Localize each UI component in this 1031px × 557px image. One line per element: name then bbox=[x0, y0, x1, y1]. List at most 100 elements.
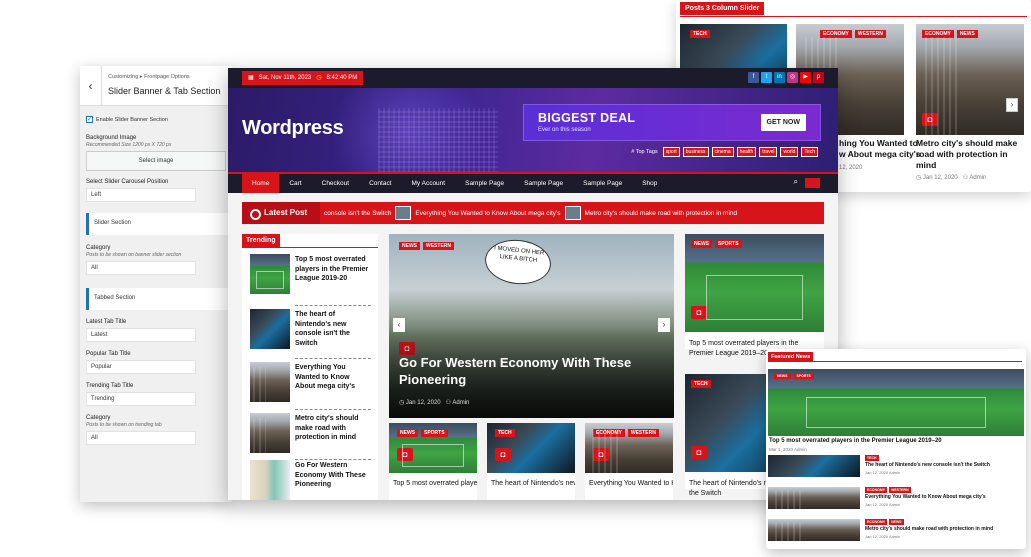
trending-item[interactable]: Top 5 most overrated players in the Prem… bbox=[250, 254, 372, 296]
trending-title[interactable]: Top 5 most overrated players in the Prem… bbox=[295, 255, 371, 284]
side-post-image: NEWS SPORTS ◘ bbox=[685, 234, 824, 332]
tag[interactable]: TECH bbox=[495, 429, 515, 437]
tabbed-section-panel[interactable]: Tabbed Section bbox=[86, 288, 232, 310]
ticker-item[interactable]: Metro city's should make road with prote… bbox=[585, 210, 738, 217]
nav-item[interactable]: Sample Page bbox=[455, 174, 514, 193]
top-tag[interactable]: sport bbox=[662, 147, 680, 157]
slider-post-title-2[interactable]: hing You Wanted to w About mega city's bbox=[839, 138, 921, 160]
featured-item-title[interactable]: Metro city's should make road with prote… bbox=[865, 526, 993, 532]
mini-post[interactable]: NEWS SPORTS ◘ Top 5 most overrated playe… bbox=[389, 423, 477, 500]
tv-icon[interactable] bbox=[805, 178, 820, 188]
featured-item-meta: Jan 12, 2020 Admin bbox=[865, 470, 901, 475]
mini-post[interactable]: ECONOMY WESTERN ◘ Everything You Wanted … bbox=[585, 423, 673, 500]
featured-item[interactable]: ECONOMY WESTERN Everything You Wanted to… bbox=[768, 487, 1024, 511]
top-tag[interactable]: world bbox=[780, 147, 799, 157]
tag[interactable]: TECH bbox=[690, 30, 710, 38]
slider-post-title-3[interactable]: Metro city's should make road with protec… bbox=[916, 138, 1017, 171]
linkedin-icon[interactable]: in bbox=[774, 72, 785, 83]
get-now-button[interactable]: GET NOW bbox=[760, 114, 806, 131]
tag[interactable]: ECONOMY bbox=[865, 519, 888, 525]
category2-select[interactable]: All bbox=[86, 431, 196, 445]
featured-item[interactable]: TECH The heart of Nintendo's new console… bbox=[768, 455, 1024, 479]
featured-big-meta: Mar 1, 2020 Admin bbox=[769, 447, 807, 452]
mini-post[interactable]: TECH ◘ The heart of Nintendo's new... bbox=[487, 423, 575, 500]
trending-item[interactable]: Metro city's should make road with prote… bbox=[250, 413, 372, 455]
trending-item[interactable]: Everything You Wanted to Know About mega… bbox=[250, 362, 372, 404]
checkbox-checked-icon[interactable]: ✓ bbox=[86, 116, 93, 123]
top-tag[interactable]: business bbox=[682, 147, 709, 157]
instagram-icon[interactable]: ◎ bbox=[787, 72, 798, 83]
carousel-position-select[interactable]: Left bbox=[86, 188, 196, 202]
tag[interactable]: NEWS bbox=[397, 429, 418, 437]
trending-title[interactable]: Go For Western Economy With These Pionee… bbox=[295, 461, 371, 490]
tag[interactable]: ECONOMY bbox=[820, 30, 852, 38]
tag[interactable]: WESTERN bbox=[889, 487, 911, 493]
nav-item[interactable]: Checkout bbox=[312, 174, 359, 193]
trending-tab-input[interactable]: Trending bbox=[86, 392, 196, 406]
youtube-icon[interactable]: ▶ bbox=[800, 72, 811, 83]
hero-title[interactable]: Go For Western Economy With These Pionee… bbox=[399, 354, 659, 388]
tag[interactable]: NEWS bbox=[691, 240, 712, 248]
mini-post-title[interactable]: The heart of Nintendo's new... bbox=[491, 479, 575, 489]
tag[interactable]: TECH bbox=[691, 380, 711, 388]
select-image-button[interactable]: Select image bbox=[86, 151, 226, 171]
mini-post-title[interactable]: Top 5 most overrated players in the Prem… bbox=[393, 479, 477, 489]
trending-item[interactable]: The heart of Nintendo's new console isn'… bbox=[250, 309, 372, 351]
tag[interactable]: SPORTS bbox=[715, 240, 742, 248]
top-tag[interactable]: travel bbox=[759, 147, 778, 157]
featured-item[interactable]: ECONOMY NEWS Metro city's should make ro… bbox=[768, 519, 1024, 543]
tag[interactable]: WESTERN bbox=[423, 242, 454, 250]
nav-item[interactable]: Sample Page bbox=[514, 174, 573, 193]
top-tag[interactable]: health bbox=[736, 147, 757, 157]
tag[interactable]: WESTERN bbox=[627, 429, 659, 437]
category-select[interactable]: All bbox=[86, 261, 196, 275]
nav-item[interactable]: Shop bbox=[632, 174, 667, 193]
trending-title[interactable]: Metro city's should make road with prote… bbox=[295, 414, 371, 443]
nav-item[interactable]: Sample Page bbox=[573, 174, 632, 193]
featured-big-image[interactable]: NEWS SPORTS bbox=[768, 369, 1024, 436]
hero-slide[interactable]: NEWS WESTERN I MOVED ON HER LIKE A BITCH… bbox=[389, 234, 674, 418]
facebook-icon[interactable]: f bbox=[748, 72, 759, 83]
tag[interactable]: NEWS bbox=[956, 30, 978, 38]
top-tag[interactable]: cinema bbox=[711, 147, 734, 157]
tag[interactable]: ECONOMY bbox=[865, 487, 888, 493]
slider-next-arrow[interactable]: › bbox=[1006, 98, 1018, 112]
latest-tab-input[interactable]: Latest bbox=[86, 328, 196, 342]
tag[interactable]: SPORTS bbox=[793, 373, 814, 379]
tag[interactable]: WESTERN bbox=[854, 30, 886, 38]
ticker-item[interactable]: Everything You Wanted to Know About mega… bbox=[415, 210, 560, 217]
search-icon[interactable]: ⌕ bbox=[794, 177, 798, 187]
featured-item-title[interactable]: Everything You Wanted to Know About mega… bbox=[865, 494, 986, 500]
trending-heading[interactable]: Trending bbox=[242, 234, 280, 247]
enable-slider-checkbox[interactable]: ✓ Enable Slider Banner Section bbox=[86, 116, 226, 123]
trending-item[interactable]: Go For Western Economy With These Pionee… bbox=[250, 460, 372, 500]
site-logo[interactable]: Wordpress bbox=[242, 117, 344, 140]
nav-item[interactable]: Contact bbox=[359, 174, 401, 193]
tag[interactable]: NEWS bbox=[889, 519, 904, 525]
mini-post-title[interactable]: Everything You Wanted to Know... bbox=[589, 479, 673, 489]
featured-big-title[interactable]: Top 5 most overrated players in the Prem… bbox=[769, 438, 942, 444]
trending-title[interactable]: Everything You Wanted to Know About mega… bbox=[295, 363, 371, 392]
slider-section-panel[interactable]: Slider Section bbox=[86, 213, 232, 235]
twitter-icon[interactable]: t bbox=[761, 72, 772, 83]
slider-post-image-3[interactable]: ECONOMY NEWS ◘ bbox=[916, 24, 1024, 135]
back-arrow-icon[interactable]: ‹ bbox=[80, 66, 102, 106]
trending-title[interactable]: The heart of Nintendo's new console isn'… bbox=[295, 310, 371, 348]
pinterest-icon[interactable]: p bbox=[813, 72, 824, 83]
tag[interactable]: NEWS bbox=[774, 373, 791, 379]
side-post[interactable]: NEWS SPORTS ◘ Top 5 most overrated playe… bbox=[685, 234, 824, 357]
tag[interactable]: TECH bbox=[865, 455, 879, 461]
popular-tab-input[interactable]: Popular bbox=[86, 360, 196, 374]
nav-item[interactable]: Cart bbox=[279, 174, 311, 193]
top-tag[interactable]: Tech bbox=[801, 147, 818, 157]
deal-banner[interactable]: BIGGEST DEAL Ever on this season GET NOW bbox=[523, 104, 821, 141]
tag[interactable]: SPORTS bbox=[421, 429, 448, 437]
featured-item-title[interactable]: The heart of Nintendo's new console isn'… bbox=[865, 462, 990, 468]
nav-item[interactable]: My Account bbox=[402, 174, 456, 193]
tag[interactable]: NEWS bbox=[399, 242, 420, 250]
ticker-thumb bbox=[395, 206, 412, 220]
tag[interactable]: ECONOMY bbox=[922, 30, 954, 38]
ticker-item[interactable]: console isn't the Switch bbox=[324, 210, 391, 217]
tag[interactable]: ECONOMY bbox=[593, 429, 625, 437]
nav-item[interactable]: Home bbox=[242, 174, 280, 193]
